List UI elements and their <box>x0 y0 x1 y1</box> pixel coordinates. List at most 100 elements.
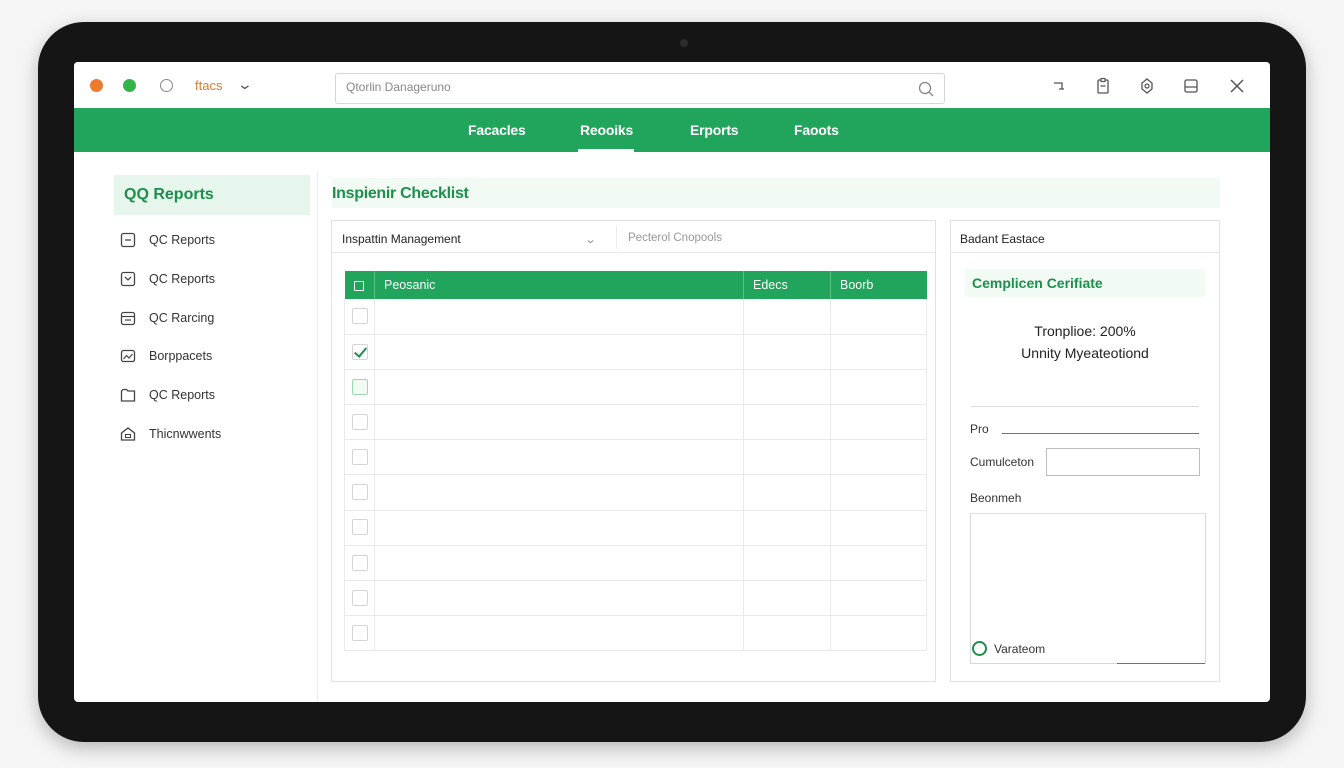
certificate-divider <box>971 406 1199 407</box>
table-cell[interactable] <box>374 334 744 370</box>
table-row[interactable] <box>344 615 927 652</box>
table-row[interactable] <box>344 474 927 511</box>
row-checkbox-cell[interactable] <box>344 299 375 335</box>
row-checkbox-cell[interactable] <box>344 369 375 406</box>
row-checkbox-cell[interactable] <box>344 580 375 617</box>
table-cell[interactable] <box>830 545 927 582</box>
column-header-peosanic[interactable]: Peosanic <box>374 271 744 299</box>
close-icon[interactable] <box>1228 77 1246 95</box>
sidebar-item-borppacets[interactable]: Borppacets <box>120 345 310 369</box>
completion-input[interactable] <box>1046 448 1200 476</box>
table-row[interactable] <box>344 545 927 582</box>
active-tab-indicator <box>578 149 634 152</box>
search-icon[interactable] <box>918 81 934 97</box>
search-bar[interactable] <box>335 73 945 104</box>
table-row[interactable] <box>344 334 927 370</box>
column-header-edecs[interactable]: Edecs <box>743 271 831 299</box>
row-checkbox[interactable] <box>351 519 368 536</box>
table-cell[interactable] <box>374 615 744 652</box>
table-row[interactable] <box>344 369 927 406</box>
row-checkbox-cell[interactable] <box>344 404 375 441</box>
row-checkbox-cell[interactable] <box>344 334 375 370</box>
pro-field-line[interactable] <box>1002 433 1199 434</box>
table-row[interactable] <box>344 510 927 546</box>
table-cell[interactable] <box>374 299 744 335</box>
table-cell[interactable] <box>374 580 744 617</box>
row-checkbox[interactable] <box>351 308 368 325</box>
table-row[interactable] <box>344 404 927 441</box>
panel-toolbar: Inspattin Management Pecterol Cnopools ⌄ <box>332 221 935 253</box>
table-row[interactable] <box>344 580 927 617</box>
table-cell[interactable] <box>374 404 744 441</box>
table-cell[interactable] <box>830 404 927 441</box>
row-checkbox-cell[interactable] <box>344 545 375 582</box>
report-icon <box>120 232 136 248</box>
nav-tab-erports[interactable]: Erports <box>690 122 739 138</box>
window-ring-dot[interactable] <box>160 79 173 92</box>
table-cell[interactable] <box>743 404 831 441</box>
nav-tab-facacles[interactable]: Facacles <box>468 122 526 138</box>
row-checkbox[interactable] <box>351 554 368 571</box>
table-cell[interactable] <box>374 510 744 546</box>
maximize-window-dot[interactable] <box>123 79 136 92</box>
row-checkbox-cell[interactable] <box>344 510 375 546</box>
clipboard-icon[interactable] <box>1094 77 1112 95</box>
gear-icon[interactable] <box>1138 77 1156 95</box>
row-checkbox[interactable] <box>351 378 368 395</box>
table-cell[interactable] <box>830 439 927 476</box>
calendar-icon <box>120 311 136 326</box>
table-row[interactable] <box>344 439 927 476</box>
table-cell[interactable] <box>743 510 831 546</box>
table-cell[interactable] <box>830 369 927 406</box>
row-checkbox-cell[interactable] <box>344 474 375 511</box>
select-all-cell[interactable] <box>344 271 375 299</box>
checklist-panel: Inspattin Management Pecterol Cnopools ⌄… <box>331 220 936 682</box>
nav-tab-faoots[interactable]: Faoots <box>794 122 839 138</box>
sidebar-heading[interactable]: QQ Reports <box>114 175 310 215</box>
protocol-select[interactable]: Pecterol Cnopools ⌄ <box>584 225 926 249</box>
table-cell[interactable] <box>743 545 831 582</box>
sidebar-item-thicnwwents[interactable]: Thicnwwents <box>120 423 310 447</box>
table-cell[interactable] <box>830 474 927 511</box>
table-cell[interactable] <box>743 580 831 617</box>
row-checkbox[interactable] <box>351 484 368 501</box>
table-cell[interactable] <box>743 474 831 511</box>
table-cell[interactable] <box>743 439 831 476</box>
sidebar-item-qc-reports-3[interactable]: QC Reports <box>120 384 310 408</box>
minimize-icon[interactable] <box>1050 77 1068 95</box>
chevron-down-icon[interactable]: ⌄ <box>237 76 253 93</box>
table-cell[interactable] <box>374 474 744 511</box>
chevron-down-icon[interactable]: ⌄ <box>584 232 964 246</box>
row-checkbox[interactable] <box>351 589 368 606</box>
nav-tab-reooiks[interactable]: Reooiks <box>580 122 633 138</box>
table-cell[interactable] <box>743 334 831 370</box>
row-checkbox[interactable] <box>351 343 368 360</box>
sidebar-item-qc-reports-2[interactable]: QC Reports <box>120 268 310 292</box>
table-cell[interactable] <box>830 615 927 652</box>
table-cell[interactable] <box>743 369 831 406</box>
row-checkbox-cell[interactable] <box>344 439 375 476</box>
table-cell[interactable] <box>743 299 831 335</box>
table-cell[interactable] <box>830 299 927 335</box>
verification-radio[interactable] <box>972 641 987 656</box>
table-cell[interactable] <box>830 334 927 370</box>
pro-field-label: Pro <box>970 422 989 436</box>
window-icon[interactable] <box>1182 77 1200 95</box>
table-cell[interactable] <box>374 439 744 476</box>
table-cell[interactable] <box>743 615 831 652</box>
sidebar-item-qc-rarcing[interactable]: QC Rarcing <box>120 307 310 331</box>
table-row[interactable] <box>344 299 927 335</box>
table-cell[interactable] <box>830 510 927 546</box>
table-cell[interactable] <box>830 580 927 617</box>
sidebar-item-qc-reports-1[interactable]: QC Reports <box>120 229 310 253</box>
select-all-checkbox[interactable] <box>354 280 365 291</box>
search-input[interactable] <box>346 80 906 94</box>
close-window-dot[interactable] <box>90 79 103 92</box>
table-cell[interactable] <box>374 369 744 406</box>
row-checkbox-cell[interactable] <box>344 615 375 652</box>
row-checkbox[interactable] <box>351 449 368 466</box>
row-checkbox[interactable] <box>351 413 368 430</box>
row-checkbox[interactable] <box>351 625 368 642</box>
column-header-boorb[interactable]: Boorb <box>830 271 927 299</box>
table-cell[interactable] <box>374 545 744 582</box>
